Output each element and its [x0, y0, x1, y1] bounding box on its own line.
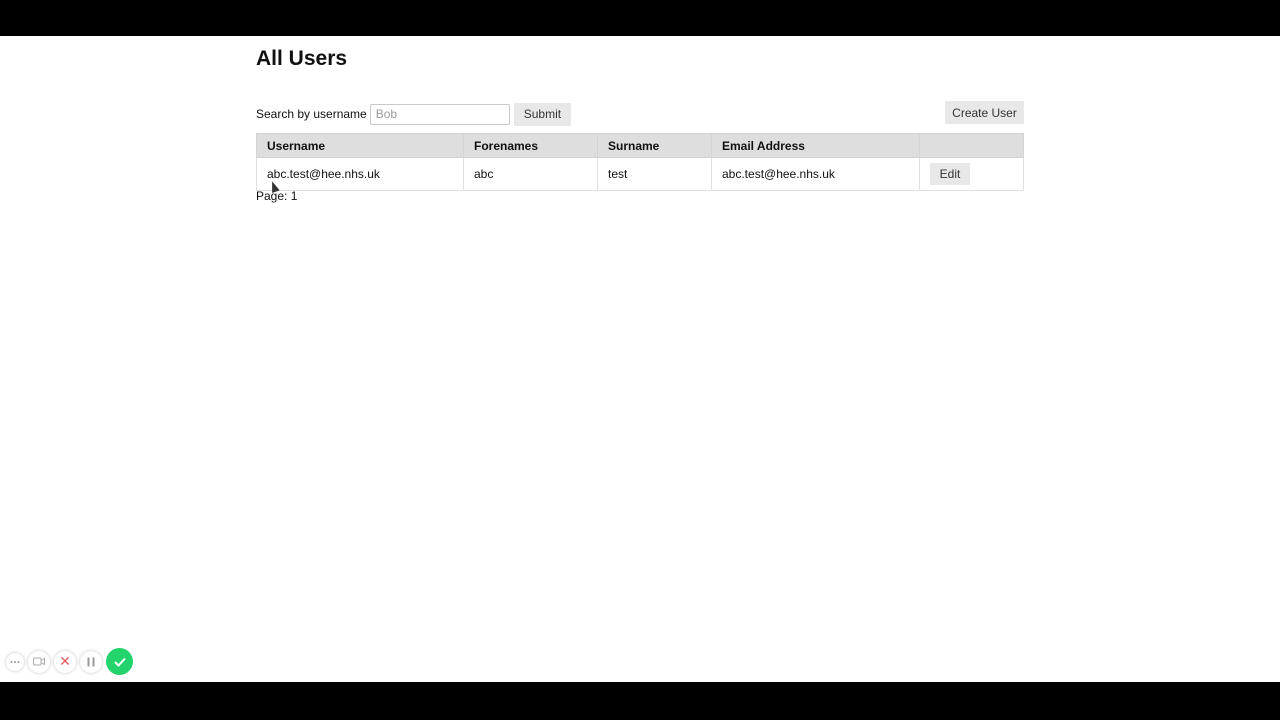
page-title: All Users	[256, 47, 348, 70]
ellipsis-icon[interactable]	[6, 652, 24, 671]
search-label: Search by username	[256, 107, 367, 121]
column-header-surname: Surname	[597, 133, 712, 158]
table-header-row: Username Forenames Surname Email Address	[256, 133, 1024, 158]
cell-username: abc.test@hee.nhs.uk	[256, 157, 464, 191]
table-row: abc.test@hee.nhs.uk abc test abc.test@he…	[256, 157, 1024, 191]
cell-email: abc.test@hee.nhs.uk	[711, 157, 920, 191]
pause-icon[interactable]	[80, 650, 102, 673]
cell-surname: test	[597, 157, 712, 191]
create-user-button[interactable]: Create User	[945, 101, 1024, 124]
close-icon[interactable]: ✕	[54, 650, 76, 673]
letterbox-top	[0, 0, 1280, 36]
search-form: Search by username Submit	[256, 101, 572, 127]
cell-actions: Edit	[919, 157, 1024, 191]
users-table: Username Forenames Surname Email Address…	[256, 133, 1024, 191]
column-header-forenames: Forenames	[463, 133, 598, 158]
edit-button[interactable]: Edit	[930, 163, 970, 185]
recording-toolbar: ✕	[6, 648, 133, 675]
submit-button[interactable]: Submit	[513, 102, 572, 126]
column-header-actions	[919, 133, 1024, 158]
column-header-email: Email Address	[711, 133, 920, 158]
search-input[interactable]	[369, 103, 510, 125]
letterbox-bottom	[0, 682, 1280, 720]
cell-forenames: abc	[463, 157, 598, 191]
column-header-username: Username	[256, 133, 464, 158]
video-camera-icon[interactable]	[28, 650, 50, 673]
checkmark-icon[interactable]	[106, 648, 133, 675]
